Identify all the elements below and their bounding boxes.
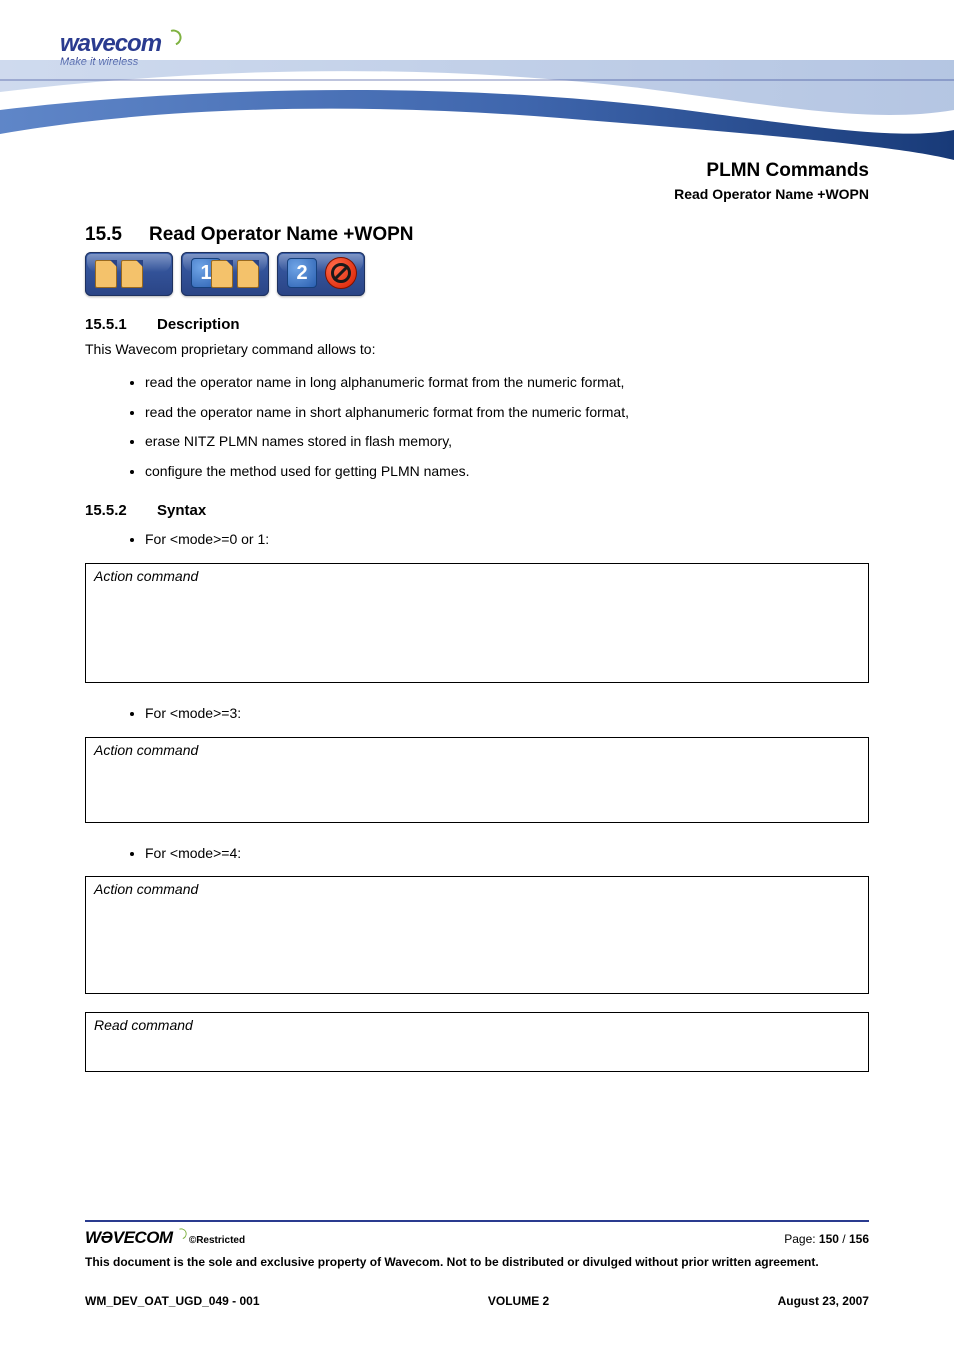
capability-icons: 1 2	[85, 252, 869, 296]
action-command-label: Action command	[94, 742, 860, 758]
syntax-list: For <mode>=0 or 1:	[145, 525, 869, 555]
sim-icon	[121, 260, 143, 288]
syntax-list: For <mode>=3:	[145, 699, 869, 729]
subsection-number: 15.5.2	[85, 502, 157, 519]
footer-brand-text: WƏVECOM	[85, 1228, 173, 1247]
page-footer: WƏVECOM ©Restricted Page: 150 / 156 This…	[85, 1220, 869, 1308]
action-command-box: Action command	[85, 563, 869, 683]
subsection-syntax-title: 15.5.2Syntax	[85, 502, 869, 519]
footer-rule	[85, 1220, 869, 1222]
footer-note: This document is the sole and exclusive …	[85, 1254, 869, 1270]
footer-restricted: ©Restricted	[189, 1235, 245, 1246]
action-command-label: Action command	[94, 568, 860, 584]
header-swoosh	[0, 60, 954, 160]
bullet-item: erase NITZ PLMN names stored in flash me…	[145, 427, 869, 457]
badge-one-sim: 1	[181, 252, 269, 296]
action-command-box: Action command	[85, 737, 869, 823]
page-current: 150	[819, 1232, 839, 1246]
sim-icon	[95, 260, 117, 288]
subtitle-heading: Read Operator Name +WOPN	[85, 186, 869, 202]
doc-date: August 23, 2007	[778, 1294, 869, 1308]
description-intro: This Wavecom proprietary command allows …	[85, 339, 869, 360]
badge-dual-sim	[85, 252, 173, 296]
syntax-condition: For <mode>=4:	[145, 839, 869, 869]
sim-icon	[211, 260, 233, 288]
badge-two-prohibited: 2	[277, 252, 365, 296]
page-header: wavecom Make it wireless	[0, 0, 954, 170]
description-bullets: read the operator name in long alphanume…	[145, 368, 869, 486]
number-2-icon: 2	[287, 258, 317, 288]
section-title-text: Read Operator Name +WOPN	[149, 224, 414, 245]
bullet-item: configure the method used for getting PL…	[145, 457, 869, 487]
subsection-description-title: 15.5.1Description	[85, 316, 869, 333]
action-command-box: Action command	[85, 876, 869, 994]
section-title: 15.5Read Operator Name +WOPN	[85, 224, 869, 246]
bullet-item: read the operator name in short alphanum…	[145, 398, 869, 428]
doc-volume: VOLUME 2	[488, 1294, 549, 1308]
action-command-label: Action command	[94, 881, 860, 897]
footer-page: Page: 150 / 156	[784, 1232, 869, 1246]
page-sep: /	[839, 1232, 849, 1246]
section-number: 15.5	[85, 224, 149, 246]
syntax-condition: For <mode>=0 or 1:	[145, 525, 869, 555]
swirl-icon	[163, 27, 184, 48]
footer-top-row: WƏVECOM ©Restricted Page: 150 / 156	[85, 1228, 869, 1248]
sim-icon	[237, 260, 259, 288]
bullet-item: read the operator name in long alphanume…	[145, 368, 869, 398]
page-total: 156	[849, 1232, 869, 1246]
subsection-number: 15.5.1	[85, 316, 157, 333]
subsection-title-text: Syntax	[157, 502, 206, 519]
read-command-label: Read command	[94, 1017, 860, 1033]
syntax-list: For <mode>=4:	[145, 839, 869, 869]
footer-bottom-row: WM_DEV_OAT_UGD_049 - 001 VOLUME 2 August…	[85, 1294, 869, 1308]
read-command-box: Read command	[85, 1012, 869, 1072]
syntax-condition: For <mode>=3:	[145, 699, 869, 729]
prohibited-icon	[325, 257, 357, 289]
page-label: Page:	[784, 1232, 819, 1246]
doc-reference: WM_DEV_OAT_UGD_049 - 001	[85, 1294, 260, 1308]
page-content: PLMN Commands Read Operator Name +WOPN 1…	[0, 160, 954, 1072]
brand-name: wavecom	[60, 30, 179, 58]
swirl-icon	[173, 1226, 188, 1241]
subsection-title-text: Description	[157, 316, 240, 333]
footer-brand: WƏVECOM	[85, 1228, 189, 1247]
footer-brand-block: WƏVECOM ©Restricted	[85, 1228, 245, 1248]
brand-name-text: wavecom	[60, 30, 161, 57]
